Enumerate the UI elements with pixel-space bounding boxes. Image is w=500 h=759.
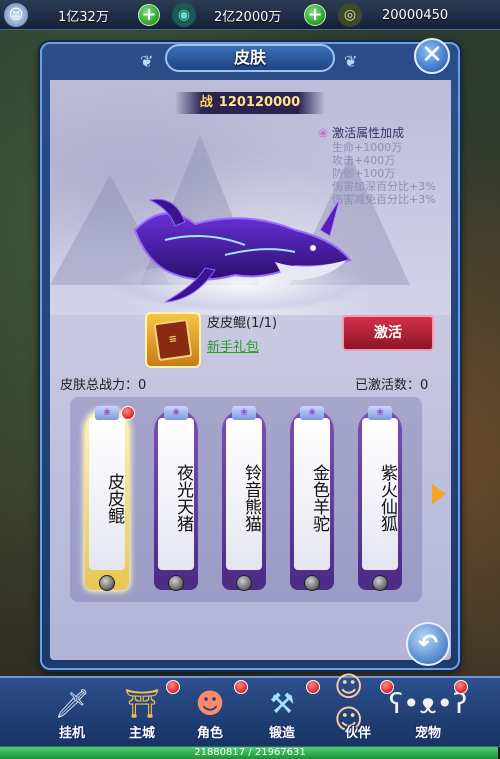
lotus-icon: ❀ — [300, 406, 324, 420]
nav-main-city[interactable]: ⛩ 主城 — [112, 678, 172, 744]
avatar-icon: ☺ — [4, 3, 28, 27]
card-name: 金色羊驼 — [309, 464, 329, 532]
card-name: 铃音熊猫 — [241, 464, 261, 532]
hp-text: 21880817 / 21967631 — [194, 747, 306, 758]
silver-value: 2亿2000万 — [214, 9, 282, 25]
card-name: 紫火仙狐 — [377, 464, 397, 532]
gold-value: 1亿32万 — [58, 9, 109, 25]
notification-dot — [234, 680, 248, 694]
nav-label: 伙伴 — [344, 726, 371, 741]
nav-character[interactable]: ☻ 角色 — [180, 678, 240, 744]
card-knob — [99, 575, 115, 591]
title-ornament-right: ❦ — [344, 52, 358, 71]
nav-label: 主城 — [128, 726, 155, 741]
total-skin-power: 皮肤总战力：0 — [60, 378, 147, 393]
sword-icon: 🗡 — [54, 686, 90, 720]
panda-pet-icon: ʕ•ᴥ•ʔ — [388, 686, 468, 720]
currency3-value: 20000450 — [382, 7, 449, 23]
lotus-icon: ❀ — [164, 406, 188, 420]
skin-card[interactable]: ❀ 夜光天猪 — [154, 406, 198, 591]
city-gate-icon: ⛩ — [124, 686, 160, 720]
currency3-resource: ◎ 20000450 — [338, 3, 449, 27]
nav-label: 挂机 — [58, 726, 85, 741]
nav-label: 锻造 — [268, 726, 295, 741]
skin-name: 皮皮鲲(1/1) — [207, 316, 278, 331]
close-button[interactable]: ✕ — [414, 38, 450, 74]
skin-card[interactable]: ❀ 金色羊驼 — [290, 406, 334, 591]
attribute-line: 防御+100万 — [332, 167, 396, 180]
nav-forge[interactable]: ⚒ 锻造 — [252, 678, 312, 744]
player-avatar[interactable]: ☺ — [4, 3, 28, 27]
nav-pets[interactable]: ʕ•ᴥ•ʔ 宠物 — [388, 678, 468, 744]
power-value: 120120000 — [218, 95, 301, 110]
card-name: 夜光天猪 — [173, 464, 193, 532]
card-knob — [168, 575, 184, 591]
lotus-icon: ❀ — [368, 406, 392, 420]
skin-card[interactable]: ❀ 紫火仙狐 — [358, 406, 402, 591]
attribute-line: 攻击+400万 — [332, 154, 396, 167]
close-icon: ✕ — [421, 40, 443, 70]
nav-label: 宠物 — [414, 726, 441, 741]
attribute-line: 生命+1000万 — [332, 141, 403, 154]
hp-bar: 21880817 / 21967631 — [0, 746, 500, 759]
notification-dot — [121, 406, 135, 420]
card-name: 皮皮鲲 — [104, 472, 124, 524]
nav-partners[interactable]: ☺☺ 伙伴 — [328, 670, 388, 744]
activate-button[interactable]: 激活 — [342, 315, 434, 351]
skin-card[interactable]: ❀ 皮皮鲲 — [85, 406, 135, 591]
lotus-icon: ❀ — [232, 406, 256, 420]
notification-dot — [166, 680, 180, 694]
gold-resource: 1亿32万 — [58, 4, 109, 26]
hero-portrait-icon: ☻ — [195, 686, 225, 720]
kun-whale-model — [133, 197, 352, 303]
card-knob — [372, 575, 388, 591]
add-gold-button[interactable]: + — [138, 4, 160, 26]
power-banner: 战 120120000 — [175, 92, 325, 114]
skin-card[interactable]: ❀ 铃音熊猫 — [222, 406, 266, 591]
gift-pack-link[interactable]: 新手礼包 — [207, 336, 259, 355]
hammer-icon: ⚒ — [269, 686, 295, 720]
card-knob — [304, 575, 320, 591]
add-silver-button[interactable]: + — [304, 4, 326, 26]
notification-dot — [454, 680, 468, 694]
return-arrow-icon: ↶ — [417, 629, 439, 657]
card-knob — [236, 575, 252, 591]
next-page-arrow-icon[interactable] — [432, 484, 446, 504]
lotus-icon: ❀ — [318, 125, 329, 140]
resource-bar: ☺ 1亿32万 + ◉ 2亿2000万 + ◎ 20000450 — [0, 0, 500, 30]
notification-dot — [306, 680, 320, 694]
scroll-coin-icon: ◎ — [338, 3, 362, 27]
panel-title: 皮肤 — [165, 44, 335, 72]
attributes-title: 激活属性加成 — [332, 126, 405, 140]
jade-coin-icon: ◉ — [172, 3, 196, 27]
title-ornament-left: ❦ — [140, 52, 154, 71]
partners-icon: ☺☺ — [334, 670, 364, 736]
back-button[interactable]: ↶ — [406, 622, 450, 666]
lotus-icon: ❀ — [95, 406, 119, 420]
silver-resource: ◉ 2亿2000万 — [172, 3, 282, 27]
attributes-title-row: ❀ 激活属性加成 — [318, 124, 458, 141]
power-label: 战 — [199, 95, 213, 110]
skin-item-icon[interactable]: ≡ — [145, 312, 201, 368]
activated-count: 已激活数：0 — [355, 378, 429, 393]
gift-book-icon: ≡ — [153, 318, 193, 362]
nav-idle[interactable]: 🗡 挂机 — [42, 678, 102, 744]
nav-label: 角色 — [196, 726, 223, 741]
